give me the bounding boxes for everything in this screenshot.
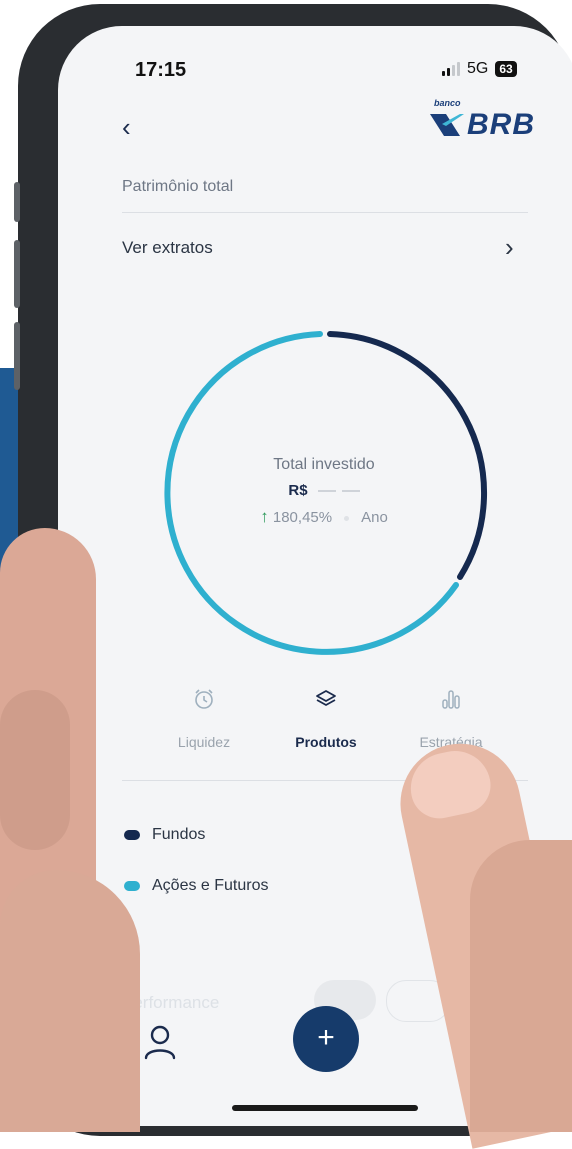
back-icon[interactable]: ‹ bbox=[122, 114, 131, 140]
phone-volume-down bbox=[14, 322, 20, 390]
brand-small-text: banco bbox=[434, 98, 461, 108]
layers-icon bbox=[266, 688, 386, 714]
battery-icon: 63 bbox=[495, 61, 517, 77]
patrimonio-label: Patrimônio total bbox=[122, 178, 234, 195]
ver-extratos-link[interactable]: Ver extratos bbox=[122, 238, 213, 258]
tab-estrategia[interactable]: Estratégia bbox=[391, 688, 511, 750]
legend-swatch bbox=[124, 830, 140, 840]
brand-logo: banco BRB bbox=[430, 98, 535, 142]
legend-item-acoes: Ações e Futuros bbox=[124, 877, 269, 895]
change-percent: 180,45% bbox=[272, 509, 333, 526]
performance-line: ↑ 180,45% Ano bbox=[160, 507, 488, 527]
alarm-clock-icon bbox=[144, 688, 264, 714]
signal-icon bbox=[442, 62, 460, 76]
tab-label: Produtos bbox=[295, 734, 357, 750]
legend-label: Fundos bbox=[152, 826, 206, 843]
phone-silent-switch bbox=[14, 182, 20, 222]
hidden-value-dash bbox=[341, 490, 360, 493]
phone-volume-up bbox=[14, 240, 20, 308]
separator-dot bbox=[344, 515, 350, 521]
legend-item-fundos: Fundos bbox=[124, 826, 205, 844]
arrow-up-icon: ↑ bbox=[260, 507, 269, 526]
hand-shadow bbox=[0, 690, 70, 850]
total-value: R$ bbox=[160, 482, 488, 499]
status-indicators: 5G 63 bbox=[442, 60, 517, 78]
tab-label: Liquidez bbox=[177, 734, 231, 750]
brb-logo-icon bbox=[430, 114, 464, 136]
hidden-value-dash bbox=[317, 490, 336, 493]
brand-name: BRB bbox=[467, 108, 535, 141]
divider bbox=[122, 212, 528, 213]
total-summary: Total investido R$ ↑ 180,45% Ano bbox=[160, 456, 488, 527]
add-button[interactable]: + bbox=[293, 1006, 359, 1072]
home-indicator bbox=[232, 1105, 418, 1111]
chevron-right-icon[interactable]: › bbox=[505, 232, 514, 263]
tab-produtos[interactable]: Produtos bbox=[266, 688, 386, 750]
legend-label: Ações e Futuros bbox=[152, 877, 269, 894]
total-investido-label: Total investido bbox=[273, 456, 375, 473]
user-icon[interactable] bbox=[142, 1024, 178, 1062]
currency-label: R$ bbox=[288, 482, 308, 499]
period-label: Ano bbox=[361, 509, 388, 526]
status-time: 17:15 bbox=[135, 59, 187, 81]
bar-chart-icon bbox=[391, 688, 511, 714]
hand-finger-base bbox=[470, 840, 572, 1132]
tab-liquidez[interactable]: Liquidez bbox=[144, 688, 264, 750]
hand-palm bbox=[0, 870, 140, 1132]
legend-swatch bbox=[124, 881, 140, 891]
network-label: 5G bbox=[467, 60, 489, 77]
